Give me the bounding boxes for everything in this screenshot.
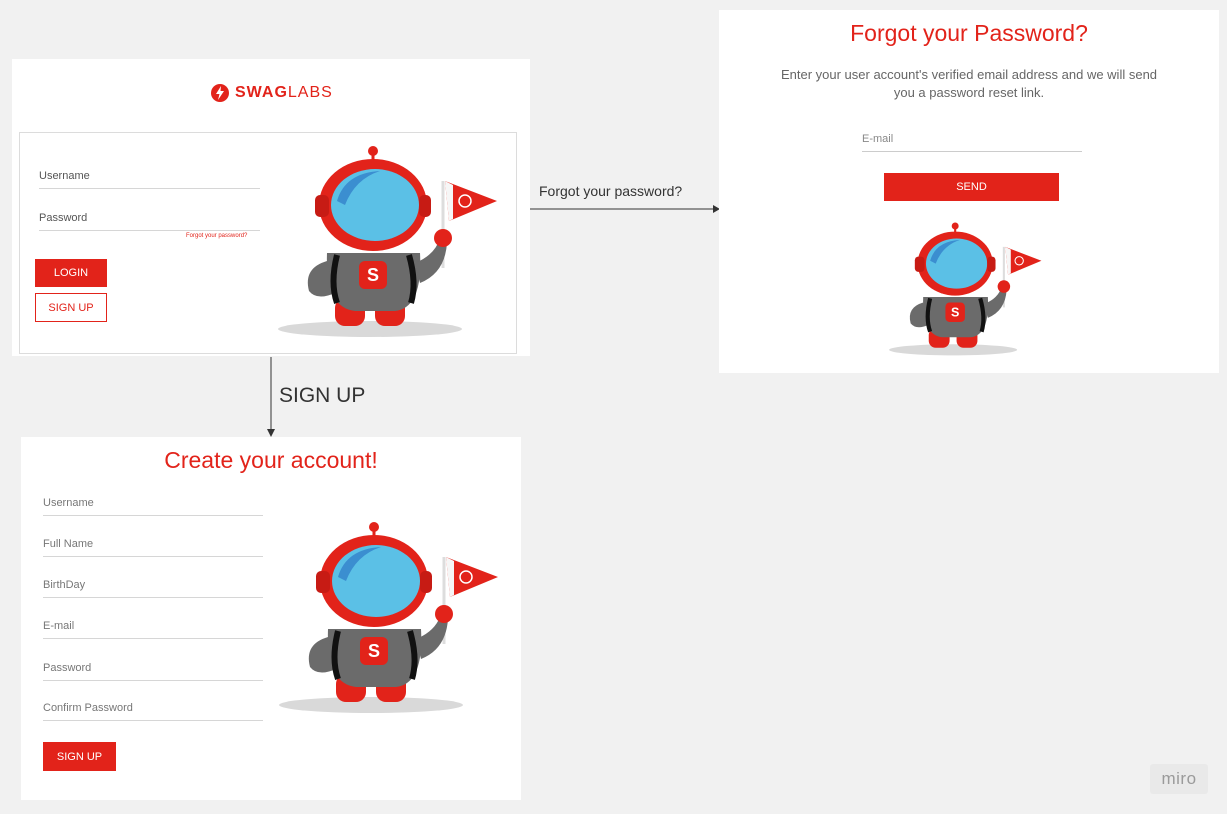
- login-screen: SWAGLABS Username Password Forgot your p…: [12, 59, 530, 356]
- robot-mascot-illustration: [275, 143, 505, 343]
- signup-email-field[interactable]: E-mail: [43, 610, 263, 639]
- signup-password-field[interactable]: Password: [43, 651, 263, 681]
- signup-password-placeholder: Password: [43, 662, 92, 674]
- signup-button[interactable]: SIGN UP: [35, 293, 107, 322]
- arrow-down-icon: [267, 357, 275, 437]
- forgot-connector-label: Forgot your password?: [539, 183, 683, 199]
- forgot-password-screen: Forgot your Password? Enter your user ac…: [719, 10, 1219, 373]
- signup-title: Create your account!: [164, 447, 378, 473]
- password-field[interactable]: Password: [39, 203, 260, 231]
- username-field[interactable]: Username: [39, 161, 260, 189]
- forgot-description: Enter your user account's verified email…: [780, 67, 1158, 100]
- birthday-placeholder: BirthDay: [43, 579, 86, 591]
- signup-email-placeholder: E-mail: [43, 620, 75, 632]
- brand-name: SWAGLABS: [235, 84, 333, 102]
- login-form: Username Password Forgot your password? …: [19, 132, 517, 354]
- email-placeholder: E-mail: [862, 133, 894, 145]
- signup-username-field[interactable]: Username: [43, 487, 263, 516]
- password-placeholder: Password: [39, 212, 88, 224]
- forgot-title: Forgot your Password?: [850, 20, 1088, 46]
- brand-bold: SWAG: [235, 84, 288, 101]
- confirm-password-placeholder: Confirm Password: [43, 702, 133, 714]
- fullname-placeholder: Full Name: [43, 538, 94, 550]
- signup-connector-label: SIGN UP: [279, 384, 366, 407]
- forgot-password-link[interactable]: Forgot your password?: [186, 233, 247, 239]
- signup-screen: Create your account! Username Full Name …: [21, 437, 521, 800]
- birthday-field[interactable]: BirthDay: [43, 569, 263, 598]
- signup-submit-button[interactable]: SIGN UP: [43, 742, 116, 771]
- confirm-password-field[interactable]: Confirm Password: [43, 692, 263, 721]
- login-button[interactable]: LOGIN: [35, 259, 107, 287]
- robot-mascot-illustration: [276, 519, 506, 719]
- fullname-field[interactable]: Full Name: [43, 528, 263, 557]
- robot-mascot-illustration: [887, 220, 1047, 360]
- email-field[interactable]: E-mail: [862, 124, 1082, 152]
- brand-light: LABS: [287, 84, 333, 101]
- signup-username-placeholder: Username: [43, 497, 94, 509]
- swaglabs-logo: SWAGLABS: [210, 83, 333, 103]
- swaglabs-logo-icon: [211, 84, 229, 102]
- arrow-right-icon: [530, 205, 720, 213]
- username-placeholder: Username: [39, 170, 90, 182]
- miro-watermark: miro: [1150, 764, 1208, 794]
- send-button[interactable]: SEND: [884, 173, 1059, 201]
